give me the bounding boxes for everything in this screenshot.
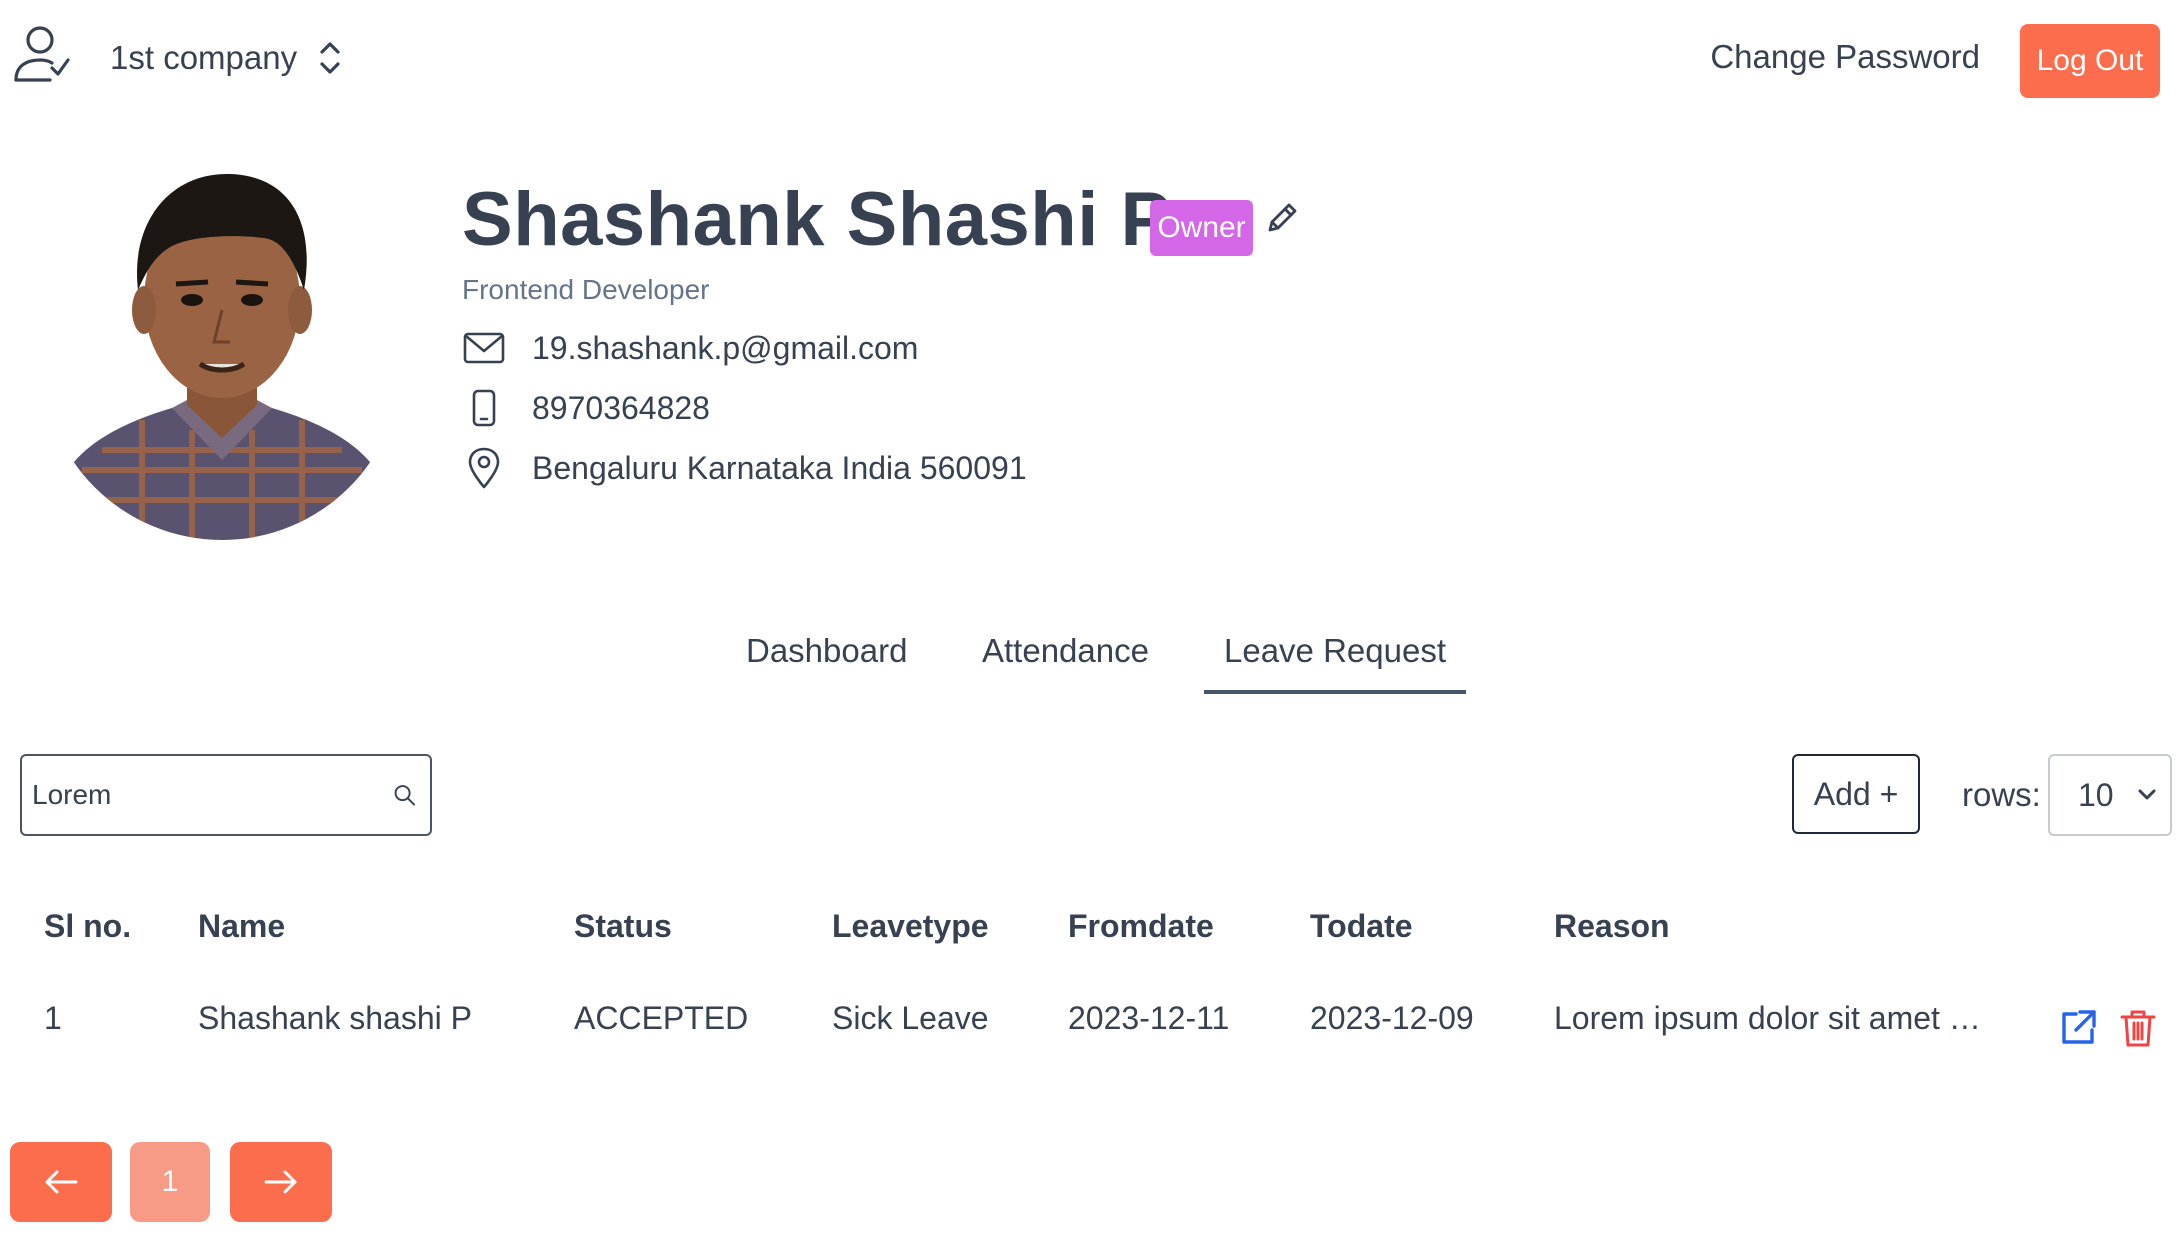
tab-leave-request[interactable]: Leave Request	[1204, 632, 1466, 694]
company-switcher[interactable]: 1st company	[110, 38, 347, 78]
email-text: 19.shashank.p@gmail.com	[532, 329, 919, 366]
phone-text: 8970364828	[532, 389, 710, 426]
column-header-sl-no: Sl no.	[44, 908, 132, 944]
rows-label: rows:	[1962, 776, 2041, 813]
tab-attendance[interactable]: Attendance	[982, 632, 1149, 690]
cell-name: Shashank shashi P	[198, 1000, 472, 1036]
search-input[interactable]	[32, 779, 393, 811]
user-check-icon[interactable]	[12, 24, 70, 86]
cell-sl-no: 1	[44, 1000, 62, 1036]
edit-row-icon[interactable]	[2058, 1008, 2098, 1048]
address-text: Bengaluru Karnataka India 560091	[532, 449, 1027, 486]
delete-row-icon[interactable]	[2118, 1008, 2158, 1048]
profile-name: Shashank Shashi P	[462, 177, 1172, 262]
arrow-left-icon	[45, 1170, 78, 1194]
column-header-name: Name	[198, 908, 286, 944]
company-name: 1st company	[110, 39, 298, 76]
cell-todate: 2023-12-09	[1310, 1000, 1474, 1036]
tab-bar: Dashboard Attendance Leave Request	[0, 620, 2178, 700]
column-header-reason: Reason	[1554, 908, 1670, 944]
next-page-button[interactable]	[230, 1142, 332, 1222]
column-header-status: Status	[574, 908, 672, 944]
top-bar: 1st company Change Password Log Out	[0, 0, 2178, 120]
column-header-todate: Todate	[1310, 908, 1413, 944]
role-badge: Owner	[1150, 200, 1253, 256]
logout-button[interactable]: Log Out	[2020, 24, 2160, 98]
pencil-icon[interactable]	[1264, 200, 1300, 236]
mail-icon	[462, 326, 506, 370]
tab-dashboard[interactable]: Dashboard	[746, 632, 907, 690]
phone-row: 8970364828	[462, 386, 710, 430]
table-header: Sl no. Name Status Leavetype Fromdate To…	[0, 908, 2178, 968]
cell-reason: Lorem ipsum dolor sit amet …	[1554, 1000, 1981, 1036]
column-header-fromdate: Fromdate	[1068, 908, 1214, 944]
search-box	[20, 754, 432, 836]
cell-status: ACCEPTED	[574, 1000, 749, 1036]
search-icon[interactable]	[393, 777, 416, 813]
location-pin-icon	[462, 446, 506, 490]
chevron-up-down-icon	[320, 42, 340, 74]
job-title: Frontend Developer	[462, 274, 710, 305]
cell-leavetype: Sick Leave	[832, 1000, 989, 1036]
email-row: 19.shashank.p@gmail.com	[462, 326, 918, 370]
rows-select-value: 10	[2078, 776, 2114, 813]
address-row: Bengaluru Karnataka India 560091	[462, 446, 1027, 490]
mobile-phone-icon	[462, 386, 506, 430]
avatar	[42, 150, 402, 540]
column-header-leavetype: Leavetype	[832, 908, 989, 944]
cell-fromdate: 2023-12-11	[1068, 1000, 1230, 1036]
page-number-button[interactable]: 1	[130, 1142, 210, 1222]
add-button[interactable]: Add +	[1792, 754, 1920, 834]
table-row: 1 Shashank shashi P ACCEPTED Sick Leave …	[0, 1000, 2178, 1060]
change-password-link[interactable]: Change Password	[1710, 38, 1980, 76]
previous-page-button[interactable]	[10, 1142, 112, 1222]
arrow-right-icon	[264, 1170, 297, 1194]
rows-select[interactable]: 10	[2048, 754, 2172, 836]
chevron-down-icon	[2138, 789, 2156, 800]
